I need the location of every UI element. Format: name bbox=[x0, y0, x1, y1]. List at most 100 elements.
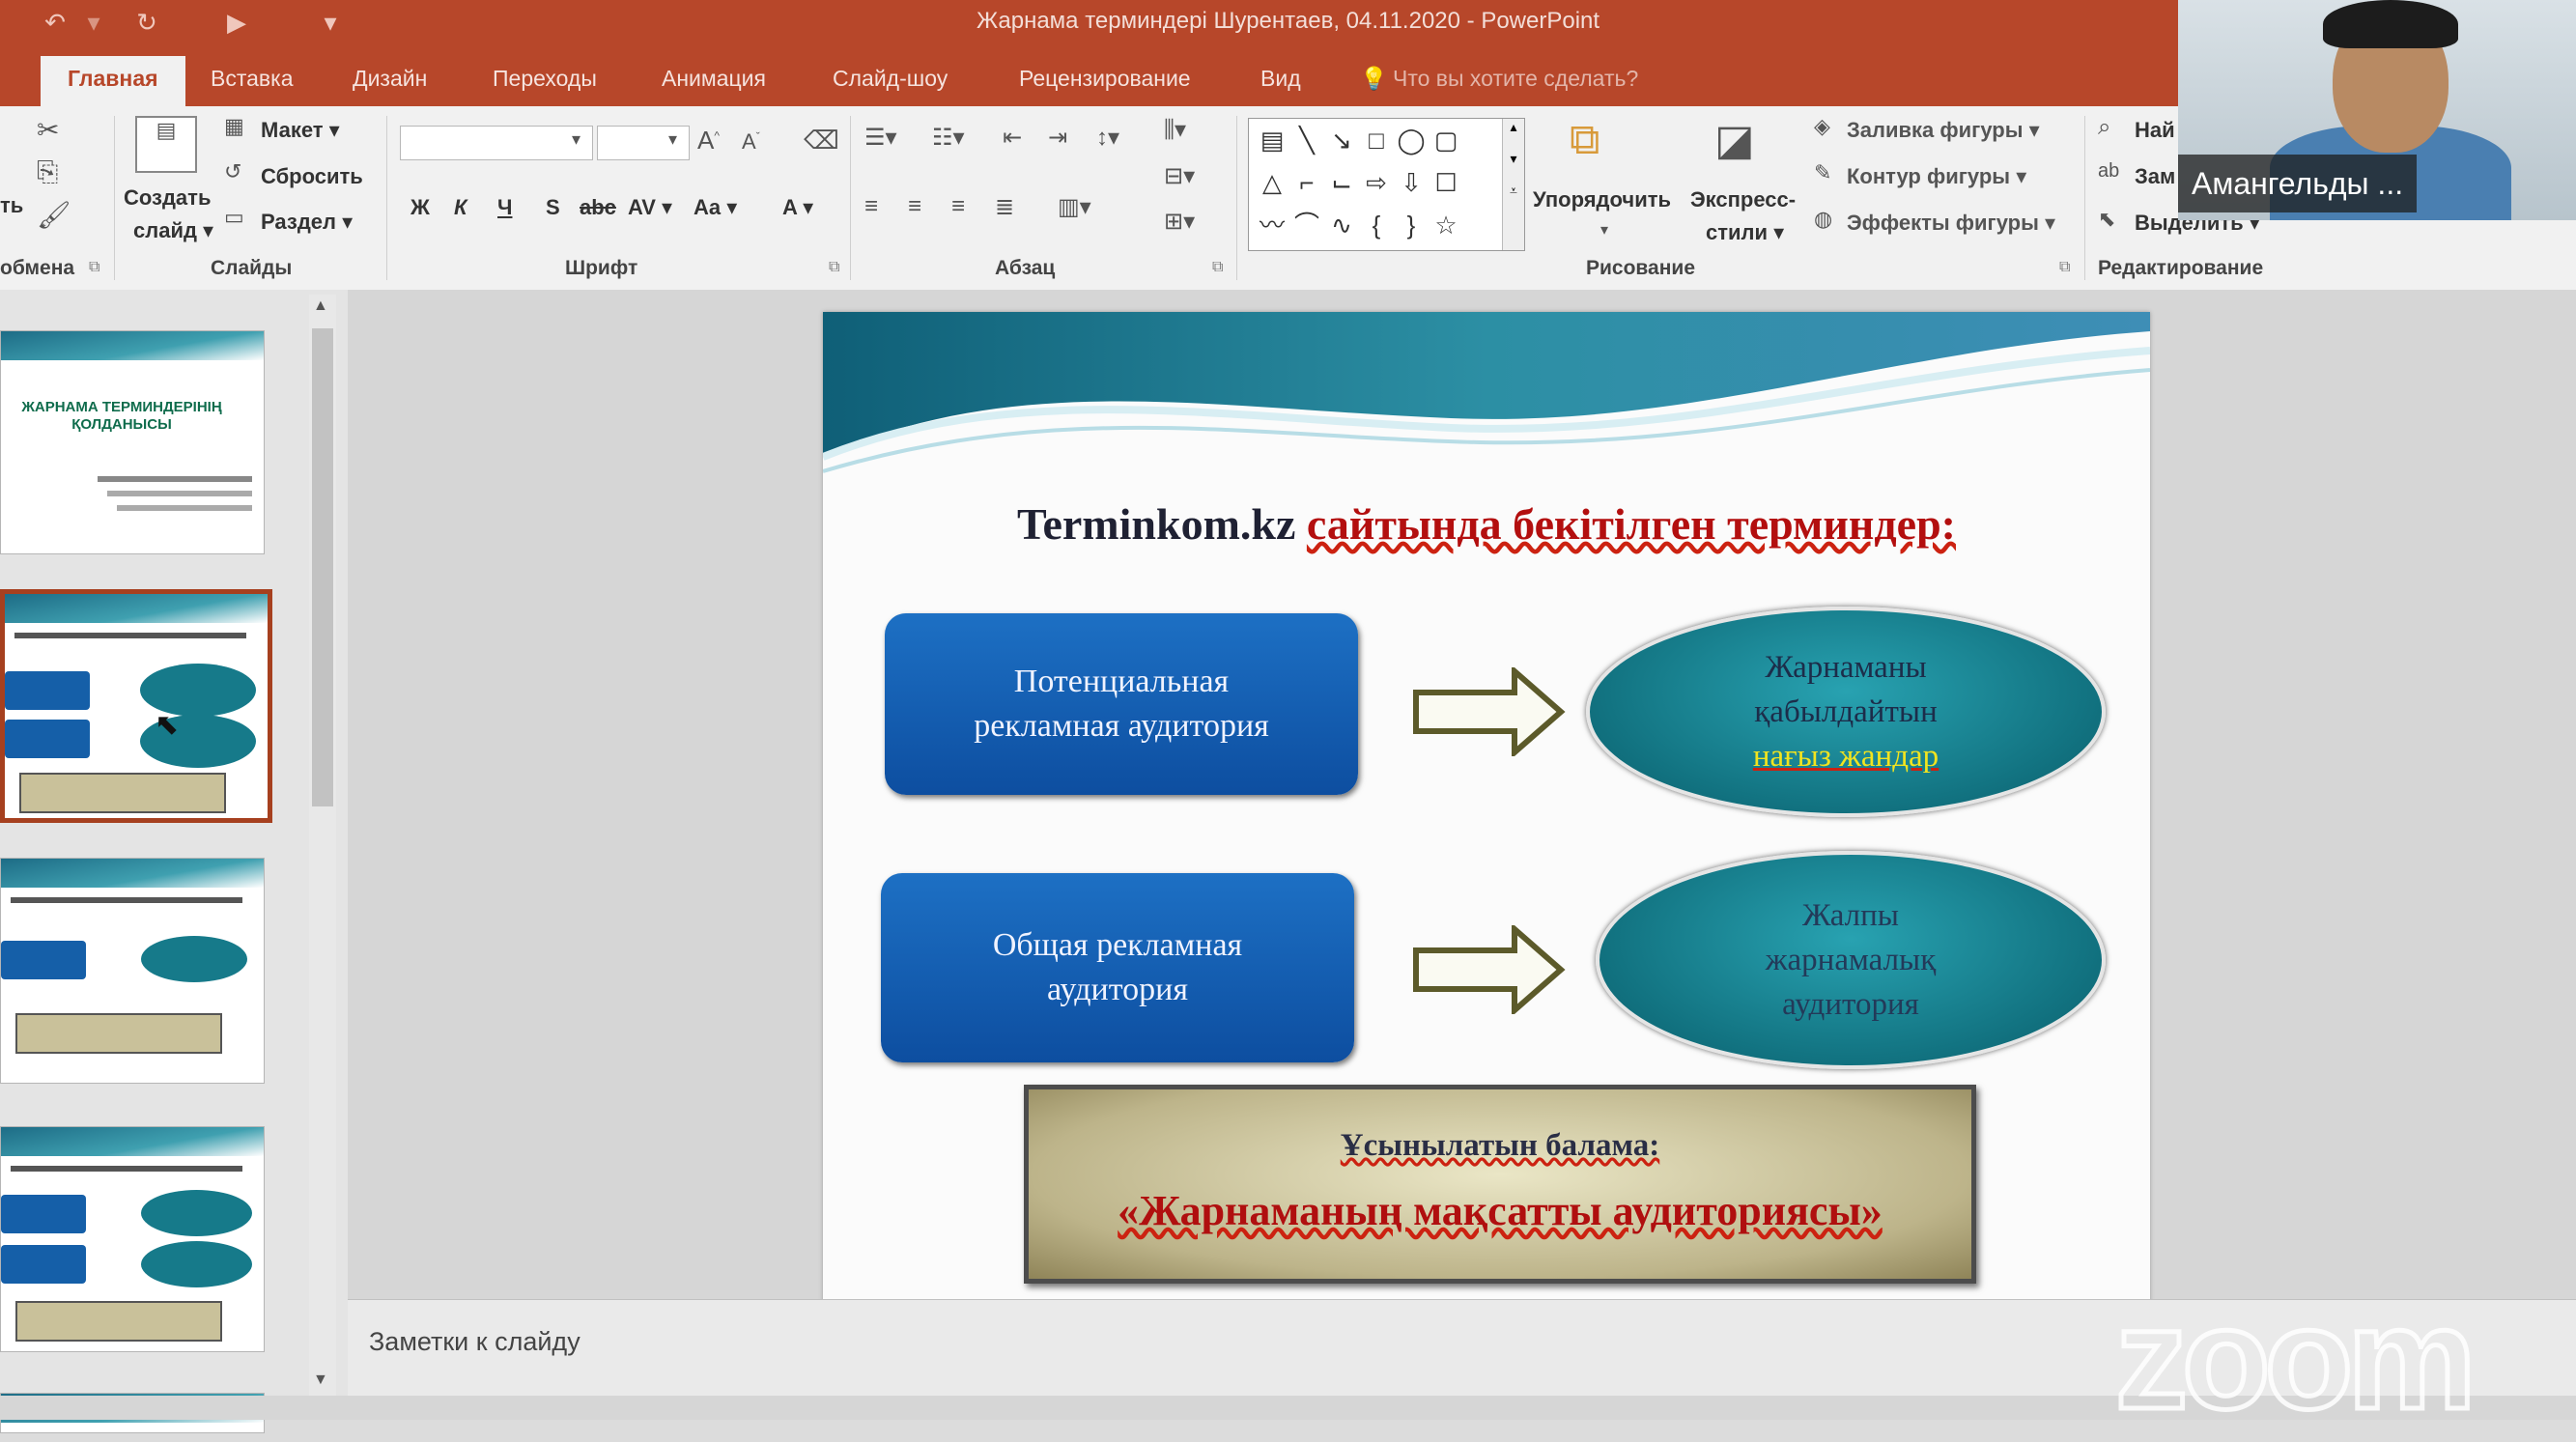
font-color-button[interactable]: A ▾ bbox=[782, 195, 813, 220]
char-spacing-button[interactable]: AV ▾ bbox=[628, 195, 672, 220]
ellipse1-line2: қабылдайтын bbox=[1754, 694, 1938, 729]
clear-format-icon[interactable]: ⌫ bbox=[804, 126, 839, 156]
chevron-down-icon[interactable]: ▾ bbox=[1600, 220, 1608, 240]
tab-animation[interactable]: Анимация bbox=[662, 66, 766, 92]
star-shape-icon[interactable]: ☆ bbox=[1429, 206, 1463, 244]
scrollbar-thumb[interactable] bbox=[312, 328, 333, 806]
brace-left-shape-icon[interactable]: { bbox=[1359, 206, 1394, 244]
rectangle-shape-icon[interactable]: □ bbox=[1359, 121, 1394, 159]
arc-shape-icon[interactable]: ⌒ bbox=[1289, 206, 1324, 244]
change-case-button[interactable]: Aa ▾ bbox=[694, 195, 737, 220]
curve-shape-icon[interactable]: ∿ bbox=[1324, 206, 1359, 244]
new-slide-icon[interactable]: ▤ bbox=[135, 116, 197, 173]
slide-thumbnail-3[interactable] bbox=[0, 858, 265, 1084]
current-slide[interactable]: Terminkom.kz сайтында бекітілген терминд… bbox=[823, 312, 2150, 1309]
italic-button[interactable]: К bbox=[454, 195, 467, 220]
text-direction-icon[interactable]: ⫼▾ bbox=[1164, 116, 1186, 144]
increase-indent-icon[interactable]: ⇥ bbox=[1048, 124, 1067, 152]
down-arrow-shape-icon[interactable]: ⇩ bbox=[1394, 163, 1429, 202]
smartart-icon[interactable]: ⊞▾ bbox=[1164, 208, 1195, 236]
find-button[interactable]: Най bbox=[2135, 118, 2175, 143]
tab-transitions[interactable]: Переходы bbox=[493, 66, 597, 92]
triangle-shape-icon[interactable]: △ bbox=[1255, 163, 1289, 202]
arrange-button[interactable]: Упорядочить bbox=[1533, 187, 1671, 212]
section-button[interactable]: Раздел ▾ bbox=[261, 210, 353, 235]
align-center-icon[interactable]: ≡ bbox=[908, 193, 921, 220]
tab-slideshow[interactable]: Слайд-шоу bbox=[833, 66, 948, 92]
chevron-down-icon[interactable]: ▾ bbox=[668, 129, 677, 150]
line-spacing-icon[interactable]: ↕▾ bbox=[1096, 124, 1119, 152]
cut-icon[interactable]: ✂ bbox=[37, 114, 59, 146]
general-audience-box[interactable]: Общая рекламная аудитория bbox=[881, 873, 1354, 1062]
freeform-shape-icon[interactable]: ☐ bbox=[1429, 163, 1463, 202]
tab-view[interactable]: Вид bbox=[1260, 66, 1301, 92]
scribble-shape-icon[interactable]: 〰 bbox=[1255, 206, 1289, 244]
slide-title[interactable]: Terminkom.kz сайтында бекітілген терминд… bbox=[823, 498, 2150, 550]
align-text-icon[interactable]: ⊟▾ bbox=[1164, 162, 1195, 190]
potential-audience-box[interactable]: Потенциальная рекламная аудитория bbox=[885, 613, 1358, 795]
justify-icon[interactable]: ≣ bbox=[995, 193, 1014, 221]
tab-design[interactable]: Дизайн bbox=[353, 66, 427, 92]
recommended-term-box[interactable]: Ұсынылатын балама: «Жарнаманың мақсатты … bbox=[1024, 1085, 1976, 1284]
new-slide-dropdown[interactable]: слайд ▾ bbox=[133, 218, 213, 243]
arrow-line-shape-icon[interactable]: ↘ bbox=[1324, 121, 1359, 159]
recommended-term: «Жарнаманың мақсатты аудиториясы» bbox=[1118, 1187, 1882, 1234]
align-left-icon[interactable]: ≡ bbox=[864, 193, 878, 220]
columns-icon[interactable]: ▥▾ bbox=[1058, 193, 1091, 221]
dialog-launcher-icon[interactable]: ⧉ bbox=[829, 259, 839, 276]
tell-me-box[interactable]: Что вы хотите сделать? bbox=[1393, 66, 1638, 92]
numbering-icon[interactable]: ☷▾ bbox=[932, 124, 965, 152]
replace-button[interactable]: Зам bbox=[2135, 164, 2175, 189]
slide-thumbnail-1[interactable]: ЖАРНАМА ТЕРМИНДЕРІНІҢ ҚОЛДАНЫСЫ bbox=[0, 330, 265, 554]
shapes-gallery[interactable]: ▤ ╲ ↘ □ ◯ ▢ △ ⌐ ⌙ ⇨ ⇩ ☐ 〰 ⌒ ∿{} ☆ ▴ ▾ ⩡ bbox=[1248, 118, 1525, 251]
gallery-scroll[interactable]: ▴ ▾ ⩡ bbox=[1502, 119, 1524, 250]
underline-button[interactable]: Ч bbox=[497, 195, 512, 220]
format-painter-icon[interactable]: 🖌 bbox=[37, 199, 71, 231]
new-slide-label[interactable]: Создать bbox=[124, 185, 211, 211]
paste-button[interactable]: ть bbox=[0, 193, 23, 218]
quick-styles-dropdown[interactable]: стили ▾ bbox=[1706, 220, 1784, 245]
scroll-up-icon[interactable]: ▲ bbox=[313, 297, 328, 315]
shape-outline-button[interactable]: Контур фигуры ▾ bbox=[1847, 164, 2026, 189]
dialog-launcher-icon[interactable]: ⧉ bbox=[89, 259, 99, 276]
copy-icon[interactable]: ⎘ bbox=[37, 156, 58, 188]
bullets-icon[interactable]: ☰▾ bbox=[864, 124, 897, 152]
rounded-rect-shape-icon[interactable]: ▢ bbox=[1429, 121, 1463, 159]
participant-video[interactable]: Амангельды ... bbox=[2178, 0, 2576, 220]
font-grow-icon[interactable]: A^ bbox=[697, 126, 720, 156]
tab-review[interactable]: Рецензирование bbox=[1019, 66, 1191, 92]
chevron-down-icon[interactable]: ▾ bbox=[572, 129, 580, 150]
shape-fill-button[interactable]: Заливка фигуры ▾ bbox=[1847, 118, 2040, 143]
font-name-input[interactable] bbox=[400, 126, 593, 160]
scroll-down-icon[interactable]: ▼ bbox=[313, 1371, 328, 1389]
decrease-indent-icon[interactable]: ⇤ bbox=[1003, 124, 1022, 152]
tab-insert[interactable]: Вставка bbox=[211, 66, 294, 92]
shape-effects-button[interactable]: Эффекты фигуры ▾ bbox=[1847, 211, 2055, 236]
slide-thumbnail-4[interactable] bbox=[0, 1126, 265, 1352]
dialog-launcher-icon[interactable]: ⧉ bbox=[2059, 259, 2070, 276]
dialog-launcher-icon[interactable]: ⧉ bbox=[1212, 259, 1223, 276]
connector-shape-icon[interactable]: ⌐ bbox=[1289, 163, 1324, 202]
font-shrink-icon[interactable]: Aˇ bbox=[742, 129, 760, 155]
tab-home[interactable]: Главная bbox=[41, 56, 185, 106]
general-audience-ellipse[interactable]: Жалпы жарнамалық аудитория bbox=[1596, 851, 2106, 1069]
quick-styles-label[interactable]: Экспресс- bbox=[1690, 187, 1796, 212]
strikethrough-button[interactable]: abc bbox=[580, 195, 616, 220]
bold-button[interactable]: Ж bbox=[410, 195, 430, 220]
brace-right-shape-icon[interactable]: } bbox=[1394, 206, 1429, 244]
notes-placeholder[interactable]: Заметки к слайду bbox=[369, 1327, 580, 1357]
right-arrow-shape-icon[interactable]: ⇨ bbox=[1359, 163, 1394, 202]
thumbnail-wave bbox=[1, 859, 264, 888]
textbox-shape-icon[interactable]: ▤ bbox=[1255, 121, 1289, 159]
thumbnail-text-line bbox=[107, 491, 252, 496]
line-shape-icon[interactable]: ╲ bbox=[1289, 121, 1324, 159]
real-audience-ellipse[interactable]: Жарнаманы қабылдайтын нағыз жандар bbox=[1586, 607, 2106, 817]
reset-button[interactable]: Сбросить bbox=[261, 164, 363, 189]
elbow-connector-shape-icon[interactable]: ⌙ bbox=[1324, 163, 1359, 202]
slide-thumbnail-2-selected[interactable]: ⬉ bbox=[0, 589, 272, 823]
thumbnail-box bbox=[1, 941, 86, 979]
align-right-icon[interactable]: ≡ bbox=[951, 193, 965, 220]
layout-button[interactable]: Макет ▾ bbox=[261, 118, 340, 143]
shadow-button[interactable]: S bbox=[546, 195, 560, 220]
oval-shape-icon[interactable]: ◯ bbox=[1394, 121, 1429, 159]
